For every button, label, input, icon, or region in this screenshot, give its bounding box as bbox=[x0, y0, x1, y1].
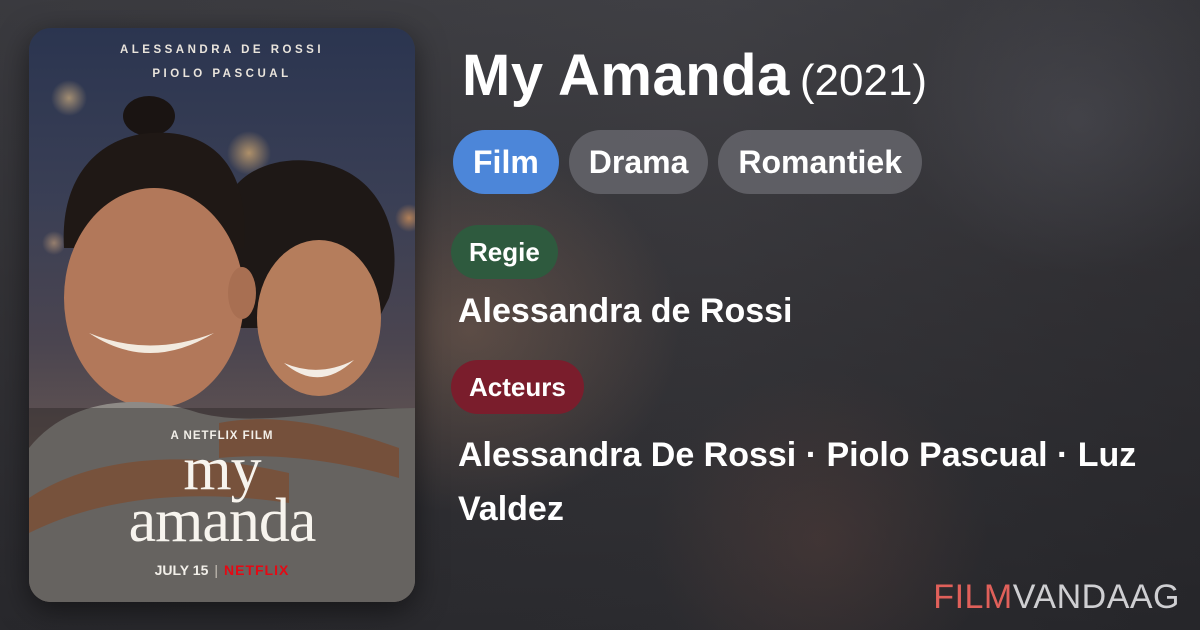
poster-credit-2: PIOLO PASCUAL bbox=[152, 68, 292, 80]
genre-pill-film[interactable]: Film bbox=[453, 130, 559, 194]
director-name: Alessandra de Rossi bbox=[458, 292, 793, 330]
poster-title-line-2: amanda bbox=[128, 487, 317, 555]
movie-year: (2021) bbox=[799, 56, 928, 105]
filmvandaag-logo: FILMVANDAAG bbox=[933, 578, 1180, 617]
logo-part-vandaag: VANDAAG bbox=[1012, 578, 1180, 616]
cast-list: Alessandra De Rossi · Piolo Pascual · Lu… bbox=[458, 436, 1137, 528]
movie-poster: ALESSANDRA DE ROSSI PIOLO PASCUAL A NETF… bbox=[29, 28, 415, 602]
logo-part-film: FILM bbox=[933, 578, 1013, 616]
poster-release-date: JULY 15 bbox=[154, 562, 209, 578]
genre-pill-drama[interactable]: Drama bbox=[568, 130, 709, 194]
cast-label-tag: Acteurs bbox=[451, 360, 584, 414]
poster-separator: | bbox=[214, 562, 218, 578]
poster-release: JULY 15 | NETFLIX bbox=[29, 562, 415, 578]
poster-title: my amanda bbox=[29, 438, 415, 555]
poster-brand-logo: NETFLIX bbox=[224, 562, 290, 578]
genre-pills: Film Drama Romantiek bbox=[453, 130, 922, 194]
poster-credit-1: ALESSANDRA DE ROSSI bbox=[119, 44, 325, 56]
movie-heading: My Amanda (2021) bbox=[462, 42, 927, 109]
movie-title: My Amanda bbox=[462, 43, 790, 108]
genre-pill-romantiek[interactable]: Romantiek bbox=[718, 130, 922, 194]
director-label-tag: Regie bbox=[451, 225, 558, 279]
